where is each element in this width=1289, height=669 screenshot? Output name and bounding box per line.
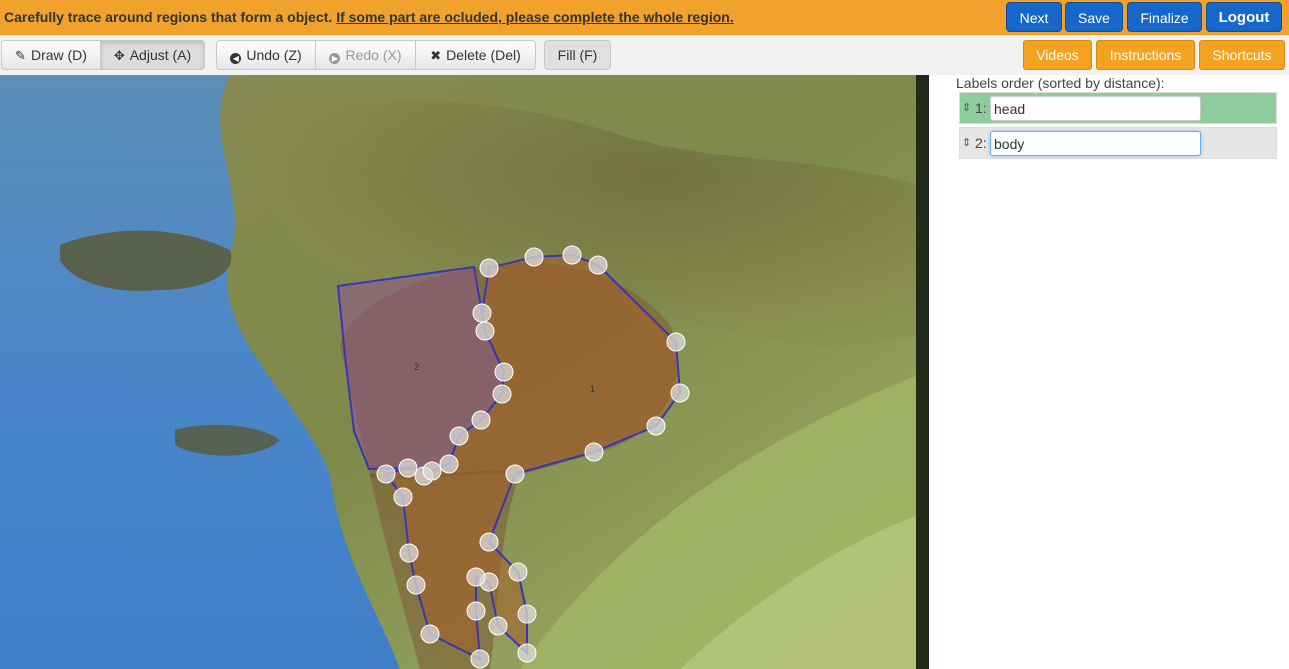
- toolbar: ✎ Draw (D) ✥ Adjust (A) ◀ Undo (Z) ▶ Redo (X…: [0, 35, 1289, 75]
- labels-panel: Labels order (sorted by distance): ⇕ 1: …: [929, 75, 1289, 669]
- move-icon: ✥: [113, 48, 125, 63]
- draw-button[interactable]: ✎ Draw (D): [1, 40, 101, 70]
- finalize-button[interactable]: Finalize: [1127, 2, 1202, 32]
- label-input-head[interactable]: [990, 96, 1201, 121]
- fill-button[interactable]: Fill (F): [544, 40, 611, 70]
- label-row-1[interactable]: ⇕ 1:: [959, 92, 1277, 124]
- delete-button[interactable]: ✖ Delete (Del): [415, 40, 536, 70]
- instruction-text: Carefully trace around regions that form…: [4, 9, 734, 25]
- x-icon: ✖: [430, 48, 442, 63]
- next-button[interactable]: Next: [1006, 2, 1062, 32]
- instruction-link[interactable]: If some part are ocluded, please complet…: [336, 9, 734, 25]
- logout-button[interactable]: Logout: [1206, 2, 1282, 32]
- save-button[interactable]: Save: [1065, 2, 1123, 32]
- drag-handle-icon[interactable]: ⇕: [962, 136, 971, 149]
- label-input-body[interactable]: [990, 131, 1201, 156]
- top-bar: Carefully trace around regions that form…: [0, 0, 1289, 35]
- region-label-2: 2: [414, 362, 419, 372]
- shortcuts-button[interactable]: Shortcuts: [1199, 40, 1285, 70]
- label-index: 1:: [975, 100, 987, 116]
- draw-label: Draw (D): [30, 47, 87, 63]
- instructions-button[interactable]: Instructions: [1096, 40, 1195, 70]
- annotation-image[interactable]: 1 2: [0, 75, 929, 669]
- undo-icon: ◀: [230, 53, 242, 64]
- undo-label: Undo (Z): [246, 47, 302, 63]
- adjust-label: Adjust (A): [129, 47, 192, 63]
- delete-label: Delete (Del): [446, 47, 521, 63]
- pencil-icon: ✎: [15, 48, 26, 63]
- instruction-prefix: Carefully trace around regions that form…: [4, 9, 333, 25]
- label-index: 2:: [975, 135, 987, 151]
- undo-button[interactable]: ◀ Undo (Z): [216, 40, 316, 70]
- drag-handle-icon[interactable]: ⇕: [962, 101, 971, 114]
- redo-label: Redo (X): [345, 47, 402, 63]
- region-label-1: 1: [590, 384, 595, 394]
- adjust-button[interactable]: ✥ Adjust (A): [100, 40, 205, 70]
- redo-button[interactable]: ▶ Redo (X): [315, 40, 416, 70]
- videos-button[interactable]: Videos: [1023, 40, 1092, 70]
- label-row-2[interactable]: ⇕ 2:: [959, 127, 1277, 159]
- redo-icon: ▶: [329, 53, 341, 64]
- labels-order-title: Labels order (sorted by distance):: [956, 75, 1165, 91]
- annotation-canvas[interactable]: 1 2: [0, 75, 929, 669]
